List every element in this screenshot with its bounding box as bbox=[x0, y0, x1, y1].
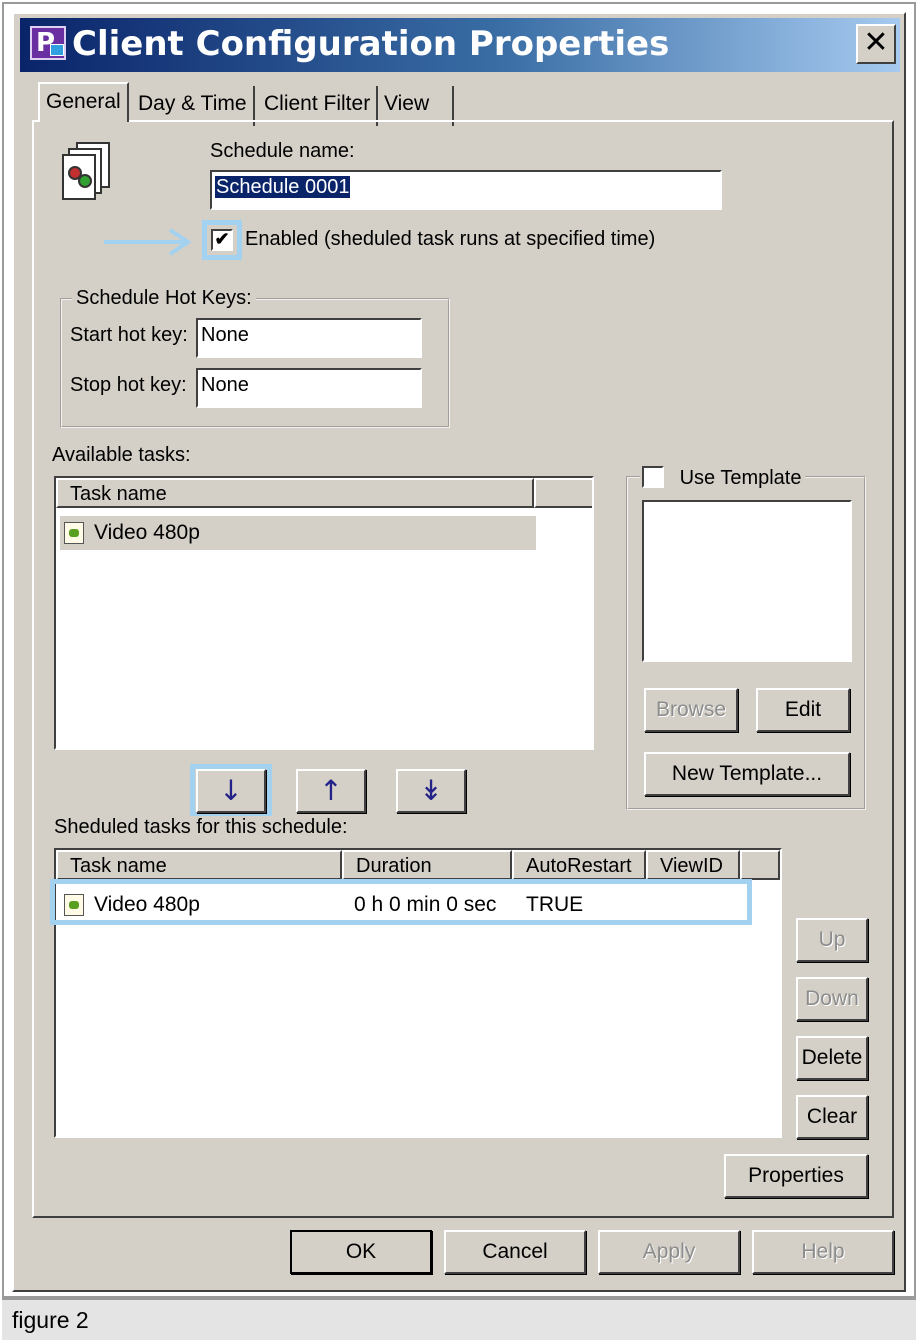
use-template-label: Use Template bbox=[679, 467, 802, 489]
scheduled-row-highlight bbox=[50, 879, 752, 925]
title-bar: P Client Configuration Properties bbox=[20, 18, 900, 72]
column-header-viewid[interactable]: ViewID bbox=[646, 850, 740, 880]
column-header-blank bbox=[740, 850, 780, 880]
help-button[interactable]: Help bbox=[752, 1230, 894, 1274]
window-title: Client Configuration Properties bbox=[72, 24, 670, 64]
task-file-icon bbox=[64, 522, 84, 544]
column-header-duration[interactable]: Duration bbox=[342, 850, 512, 880]
scheduled-tasks-label: Sheduled tasks for this schedule: bbox=[54, 816, 348, 838]
schedule-name-value: Schedule 0001 bbox=[215, 176, 351, 198]
schedule-name-label: Schedule name: bbox=[210, 140, 355, 162]
figure-caption: figure 2 bbox=[2, 1298, 916, 1340]
start-hotkey-field[interactable]: None bbox=[196, 318, 422, 358]
remove-task-button[interactable]: ↑ bbox=[296, 769, 366, 813]
annotation-arrow-icon bbox=[100, 228, 196, 256]
available-tasks-list[interactable]: Task name Video 480p bbox=[54, 476, 594, 750]
list-item[interactable]: Video 480p bbox=[60, 516, 536, 550]
enabled-label: Enabled (sheduled task runs at specified… bbox=[245, 228, 656, 250]
enabled-checkbox[interactable]: ✔ bbox=[211, 229, 233, 251]
delete-button[interactable]: Delete bbox=[796, 1036, 868, 1080]
browse-button[interactable]: Browse bbox=[644, 688, 738, 732]
start-hotkey-label: Start hot key: bbox=[70, 324, 188, 346]
arrow-down-icon: ↓ bbox=[219, 774, 243, 807]
column-header-task-name[interactable]: Task name bbox=[56, 850, 342, 880]
apply-button[interactable]: Apply bbox=[598, 1230, 740, 1274]
column-header-task-name[interactable]: Task name bbox=[56, 478, 534, 508]
template-list[interactable] bbox=[642, 500, 852, 662]
hotkeys-group-title: Schedule Hot Keys: bbox=[72, 287, 256, 310]
stop-hotkey-label: Stop hot key: bbox=[70, 374, 187, 396]
new-template-button[interactable]: New Template... bbox=[644, 752, 850, 796]
template-group-title: Use Template bbox=[640, 462, 806, 490]
app-icon: P bbox=[30, 26, 66, 60]
up-button[interactable]: Up bbox=[796, 918, 868, 962]
properties-button[interactable]: Properties bbox=[724, 1154, 868, 1198]
arrow-up-icon: ↑ bbox=[319, 774, 343, 807]
add-task-button[interactable]: ↓ bbox=[196, 769, 266, 813]
schedule-name-field[interactable]: Schedule 0001 bbox=[210, 170, 722, 210]
cancel-button[interactable]: Cancel bbox=[444, 1230, 586, 1274]
task-name: Video 480p bbox=[94, 521, 200, 544]
down-button[interactable]: Down bbox=[796, 977, 868, 1021]
edit-button[interactable]: Edit bbox=[756, 688, 850, 732]
stop-hotkey-field[interactable]: None bbox=[196, 368, 422, 408]
clear-button[interactable]: Clear bbox=[796, 1095, 868, 1139]
add-all-tasks-button[interactable]: ↡ bbox=[396, 769, 466, 813]
schedule-icon bbox=[62, 142, 112, 200]
tab-general[interactable]: General bbox=[38, 82, 129, 122]
use-template-checkbox[interactable] bbox=[642, 466, 664, 488]
ok-button[interactable]: OK bbox=[290, 1230, 432, 1274]
column-header-autorestart[interactable]: AutoRestart bbox=[512, 850, 646, 880]
column-header-blank bbox=[534, 478, 592, 508]
available-tasks-label: Available tasks: bbox=[52, 444, 191, 466]
close-button[interactable]: ✕ bbox=[856, 24, 896, 64]
double-arrow-down-icon: ↡ bbox=[419, 774, 443, 807]
